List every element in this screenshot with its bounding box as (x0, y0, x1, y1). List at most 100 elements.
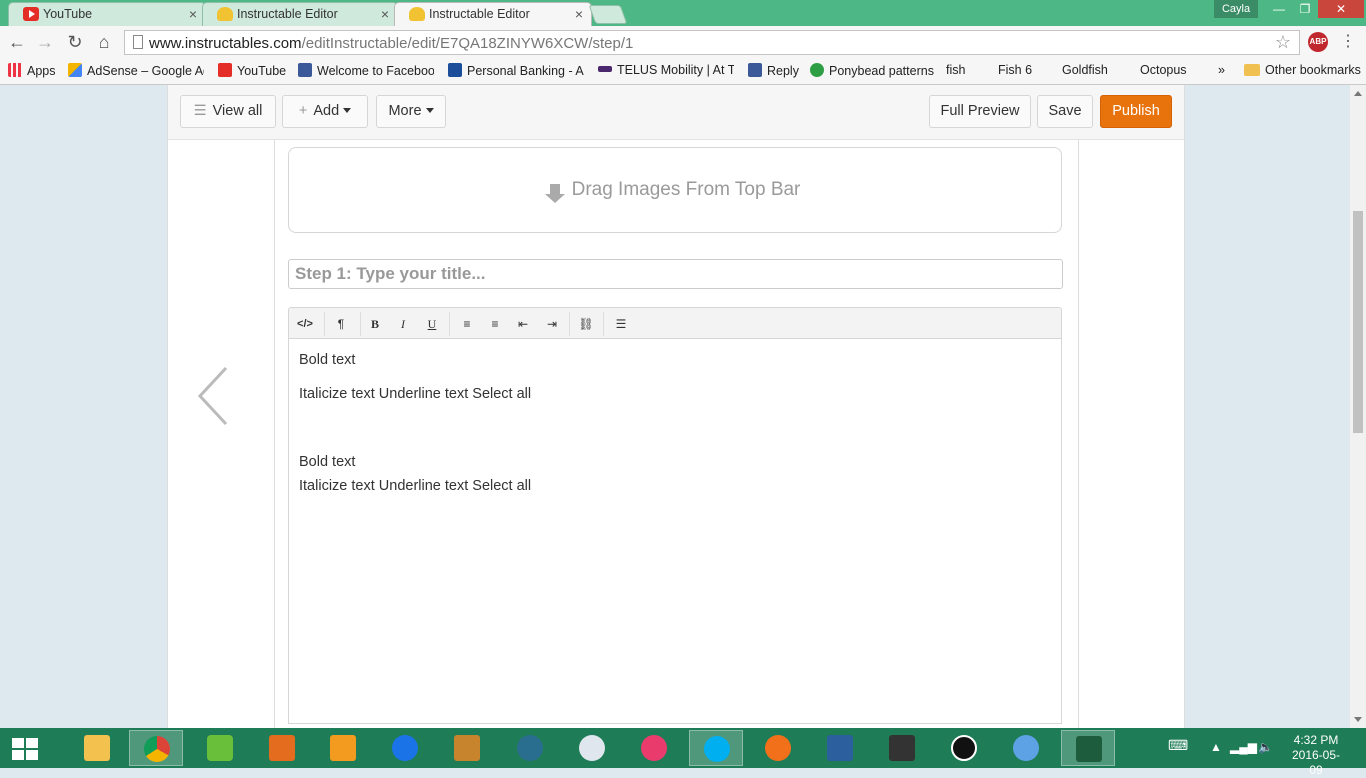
plus-icon: + (298, 103, 308, 119)
taskbar-clock[interactable]: 4:32 PM 2016-05-09 (1286, 733, 1346, 778)
url-text[interactable]: www.instructables.com/editInstructable/e… (149, 35, 633, 52)
full-preview-button[interactable]: Full Preview (929, 95, 1031, 128)
skype-icon[interactable] (689, 730, 743, 766)
wondershare-icon[interactable] (193, 730, 247, 766)
clock-date: 2016-05-09 (1291, 748, 1341, 777)
add-button[interactable]: + Add (282, 95, 368, 128)
bullet-list-icon[interactable]: ≡ (455, 314, 479, 334)
close-icon[interactable]: × (575, 3, 583, 25)
adblock-plus-icon[interactable]: ABP (1308, 32, 1328, 52)
bookmark-youtube[interactable]: YouTube (218, 63, 286, 78)
link-icon[interactable]: ⛓ (574, 314, 598, 334)
windows-start-icon[interactable] (12, 738, 38, 760)
profile-button[interactable]: Cayla (1214, 0, 1258, 18)
magic-app-icon[interactable] (875, 730, 929, 766)
safari-icon[interactable] (999, 730, 1053, 766)
page-viewport: ☰ View all + Add More Full Preview Save Pu… (0, 85, 1350, 728)
back-icon[interactable]: ← (6, 31, 28, 53)
page-info-icon[interactable] (133, 35, 143, 49)
indent-icon[interactable]: ⇥ (540, 314, 564, 334)
window-close-icon[interactable]: ✕ (1318, 0, 1364, 18)
bookmark-facebook[interactable]: Welcome to Faceboo (298, 63, 434, 78)
tab-instructable-editor-2[interactable]: Instructable Editor × (394, 2, 592, 26)
image-dropzone[interactable]: Drag Images From Top Bar (288, 147, 1062, 233)
bookmark-telus[interactable]: TELUS Mobility | At TE (598, 63, 734, 77)
home-icon[interactable]: ⌂ (93, 31, 115, 53)
bookmark-adsense[interactable]: AdSense – Google Ad (68, 63, 204, 78)
other-bookmarks[interactable]: Other bookmarks (1244, 63, 1361, 77)
save-button[interactable]: Save (1037, 95, 1093, 128)
close-icon[interactable]: × (381, 3, 389, 25)
bookmark-apps[interactable]: Apps (8, 63, 56, 78)
bold-icon[interactable]: B (363, 314, 387, 334)
minimize-icon[interactable]: — (1266, 0, 1292, 18)
vertical-scrollbar[interactable] (1350, 85, 1366, 728)
address-bar[interactable]: www.instructables.com/editInstructable/e… (124, 30, 1300, 55)
toolbar-divider (603, 312, 604, 336)
volume-icon[interactable]: 🔈 (1258, 740, 1273, 754)
bookmark-ponybead[interactable]: Ponybead patterns (810, 63, 934, 78)
underline-icon[interactable]: U (420, 314, 444, 334)
apps-grid-icon (8, 63, 22, 77)
chrome-icon[interactable] (129, 730, 183, 766)
bookmark-fish-6[interactable]: Fish 6 (998, 63, 1032, 161)
close-icon[interactable]: × (189, 3, 197, 25)
scroll-down-icon[interactable] (1354, 717, 1362, 722)
publish-button[interactable]: Publish (1100, 95, 1172, 128)
rbc-icon (448, 63, 462, 77)
webcam-icon[interactable] (565, 730, 619, 766)
media-player-icon[interactable] (316, 730, 370, 766)
itunes-icon[interactable] (627, 730, 681, 766)
forward-icon[interactable]: → (34, 31, 56, 53)
bookmark-star-icon[interactable]: ☆ (1275, 32, 1291, 53)
editor-content: ☰ View all + Add More Full Preview Save Pu… (167, 85, 1185, 728)
new-tab-button[interactable] (588, 5, 628, 24)
editor-toolbar: ☰ View all + Add More Full Preview Save Pu… (168, 85, 1184, 140)
restore-icon[interactable]: ❐ (1292, 0, 1318, 18)
more-button[interactable]: More (376, 95, 446, 128)
bookmark-octopus[interactable]: Octopus (1140, 63, 1187, 161)
game-icon[interactable] (440, 730, 494, 766)
bookmarks-overflow-button[interactable]: » (1218, 63, 1225, 77)
facebook-icon (298, 63, 312, 77)
previous-step-chevron-icon[interactable] (196, 366, 236, 426)
step-title-input[interactable]: Step 1: Type your title... (288, 259, 1063, 289)
italic-icon[interactable]: I (391, 314, 415, 334)
scroll-thumb[interactable] (1353, 211, 1363, 433)
solitaire-icon[interactable] (1061, 730, 1115, 766)
keyboard-icon[interactable]: ⌨ (1168, 737, 1188, 754)
firefox-icon[interactable] (751, 730, 805, 766)
file-explorer-icon[interactable] (70, 730, 124, 766)
tab-youtube[interactable]: YouTube × (8, 2, 206, 26)
caret-down-icon (425, 108, 434, 113)
paragraph-icon[interactable]: ¶ (329, 314, 353, 334)
video-editor-icon[interactable] (503, 730, 557, 766)
outdent-icon[interactable]: ⇤ (511, 314, 535, 334)
code-view-icon[interactable]: </> (293, 314, 317, 334)
bookmark-goldfish[interactable]: Goldfish (1062, 63, 1108, 161)
bookmark-personal-banking[interactable]: Personal Banking - Ac (448, 63, 584, 78)
reload-icon[interactable]: ↻ (64, 31, 86, 53)
bookmark-fish[interactable]: fish (946, 63, 965, 161)
remote-desktop-icon[interactable] (813, 730, 867, 766)
scroll-up-icon[interactable] (1354, 91, 1362, 96)
network-icon[interactable]: ▂▄▆ (1230, 740, 1257, 754)
youtube-icon (23, 7, 39, 21)
office-icon[interactable] (255, 730, 309, 766)
media-play-icon[interactable] (937, 730, 991, 766)
align-icon[interactable]: ☰ (609, 314, 633, 334)
malwarebytes-icon[interactable] (378, 730, 432, 766)
body-line: Italicize text Underline text Select all (299, 478, 532, 494)
numbered-list-icon[interactable]: ≡ (483, 314, 507, 334)
view-all-button[interactable]: ☰ View all (180, 95, 276, 128)
bookmark-reply[interactable]: Reply (748, 63, 799, 78)
toolbar-divider (324, 312, 325, 336)
youtube-icon (218, 63, 232, 77)
telus-icon (598, 66, 612, 72)
chrome-menu-icon[interactable]: ⋮ (1340, 31, 1356, 51)
toolbar-divider (569, 312, 570, 336)
tab-instructable-editor-1[interactable]: Instructable Editor × (202, 2, 398, 26)
rich-text-body[interactable]: Bold text Italicize text Underline text … (288, 338, 1062, 724)
body-line: Bold text (299, 454, 356, 470)
tray-overflow-icon[interactable]: ▲ (1210, 740, 1222, 754)
